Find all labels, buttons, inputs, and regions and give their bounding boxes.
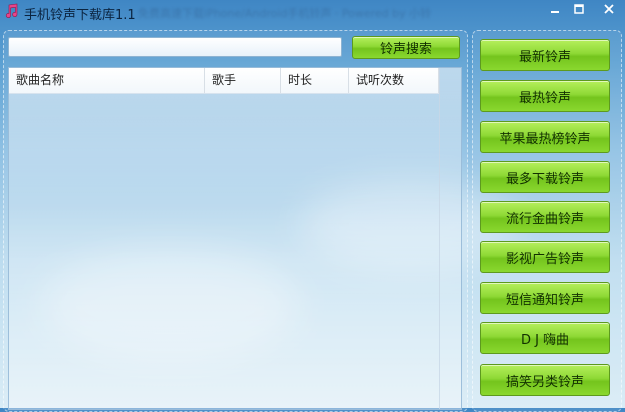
latest-ringtones-button[interactable]: 最新铃声 [480,39,610,71]
window-subtitle: 免费高速下载iPhone/Android手机铃声 · Powered by 小铃 [138,7,432,20]
hottest-ringtones-button[interactable]: 最热铃声 [480,80,610,112]
funny-ringtones-button[interactable]: 搞笑另类铃声 [480,364,610,396]
column-header-song-name[interactable]: 歌曲名称 [9,68,205,93]
column-header-singer[interactable]: 歌手 [205,68,281,93]
window-title: 手机铃声下载库1.1 [24,8,136,23]
pop-hits-button[interactable]: 流行金曲铃声 [480,201,610,233]
song-list[interactable]: 歌曲名称 歌手 时长 试听次数 [8,67,462,410]
title-bar[interactable]: 手机铃声下载库1.1 免费高速下载iPhone/Android手机铃声 · Po… [0,0,625,24]
music-note-icon [3,3,19,19]
apple-hot-chart-button[interactable]: 苹果最热榜铃声 [480,121,610,153]
minimize-icon[interactable] [542,0,568,18]
list-right-edge [439,68,462,409]
column-header-listen-count[interactable]: 试听次数 [349,68,439,93]
most-downloaded-button[interactable]: 最多下载铃声 [480,161,610,193]
sms-notification-button[interactable]: 短信通知铃声 [480,282,610,314]
column-header-duration[interactable]: 时长 [281,68,349,93]
dj-remix-button[interactable]: D J 嗨曲 [480,322,610,354]
search-button[interactable]: 铃声搜索 [352,36,460,59]
close-icon[interactable] [592,0,625,18]
maximize-icon[interactable] [566,0,592,18]
song-list-header: 歌曲名称 歌手 时长 试听次数 [9,68,439,94]
film-ad-ringtones-button[interactable]: 影视广告铃声 [480,241,610,273]
search-input[interactable] [8,37,342,57]
